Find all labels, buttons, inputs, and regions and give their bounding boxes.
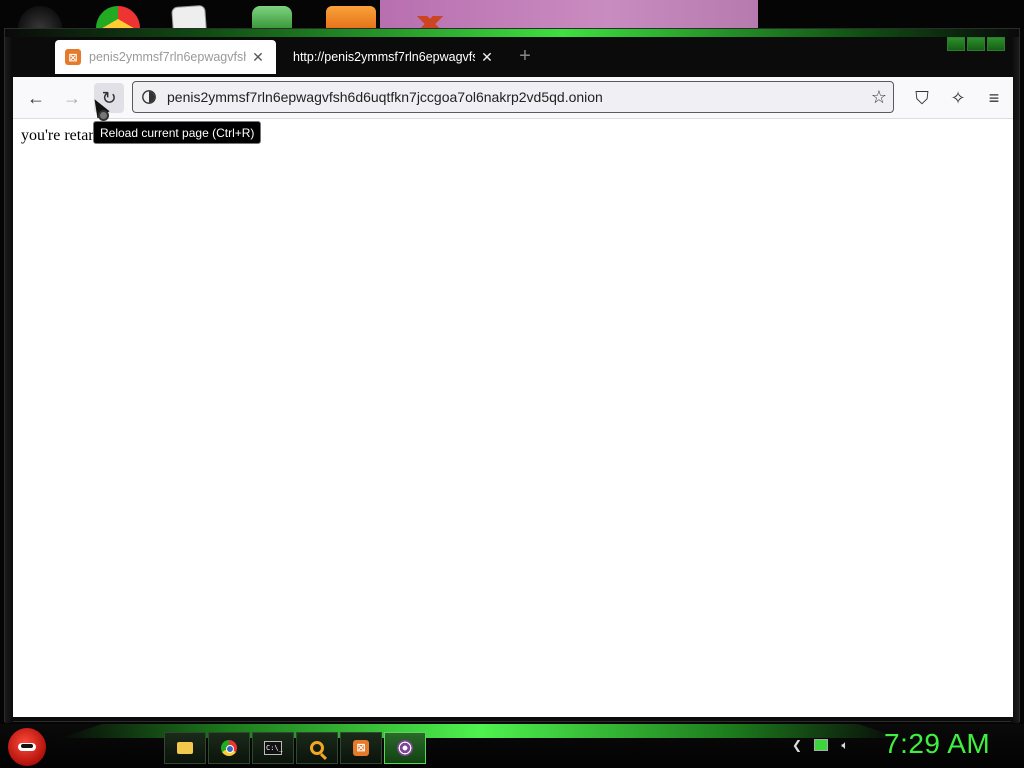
taskbar-clock[interactable]: 7:29 AM bbox=[884, 728, 990, 760]
busy-cursor-icon bbox=[98, 110, 109, 121]
taskbar-search[interactable] bbox=[296, 732, 338, 764]
terminal-icon: C:\_ bbox=[264, 741, 283, 755]
tab-onion-site[interactable]: ⊠ penis2ymmsf7rln6epwagvfsh6d6uqtfkn7jcc… bbox=[55, 40, 276, 74]
tab-strip: ⊠ penis2ymmsf7rln6epwagvfsh6d6uqtfkn7jcc… bbox=[13, 37, 1013, 77]
taskbar-file-explorer[interactable] bbox=[164, 732, 206, 764]
taskbar-xampp[interactable]: ⊠ bbox=[340, 732, 382, 764]
window-frame-glow bbox=[5, 29, 1019, 37]
taskbar-chrome[interactable] bbox=[208, 732, 250, 764]
taskbar: C:\_ ⊠ ❮ 🔈︎ 7:29 AM bbox=[0, 724, 1024, 768]
folder-icon bbox=[177, 742, 193, 754]
network-icon[interactable] bbox=[814, 739, 828, 751]
forward-button[interactable]: → bbox=[57, 83, 87, 113]
taskbar-items: C:\_ ⊠ bbox=[164, 732, 426, 764]
bookmark-star-icon[interactable]: ☆ bbox=[865, 83, 893, 111]
new-identity-icon[interactable]: ✧ bbox=[943, 83, 973, 113]
reload-tooltip: Reload current page (Ctrl+R) bbox=[93, 121, 262, 144]
taskbar-tor-browser[interactable] bbox=[384, 732, 426, 764]
tab-title: http://penis2ymmsf7rln6epwagvfsh6d6uqtfk… bbox=[293, 50, 475, 64]
url-bar[interactable]: penis2ymmsf7rln6epwagvfsh6d6uqtfkn7jccgo… bbox=[132, 81, 894, 113]
tor-icon bbox=[397, 740, 413, 756]
taskbar-command-prompt[interactable]: C:\_ bbox=[252, 732, 294, 764]
window-frame-left bbox=[5, 37, 13, 723]
chrome-icon bbox=[221, 740, 237, 756]
xampp-icon: ⊠ bbox=[353, 740, 369, 756]
tab-title: penis2ymmsf7rln6epwagvfsh6d6uqtfkn7jccgo… bbox=[89, 50, 246, 64]
start-button[interactable] bbox=[8, 728, 46, 766]
xampp-icon: ⊠ bbox=[65, 49, 81, 65]
plus-icon[interactable]: + bbox=[515, 46, 535, 66]
onion-icon[interactable] bbox=[141, 89, 157, 105]
url-text[interactable]: penis2ymmsf7rln6epwagvfsh6d6uqtfkn7jccgo… bbox=[167, 89, 865, 105]
page-content: you're retar bbox=[13, 119, 1013, 717]
search-icon bbox=[310, 741, 324, 755]
shield-icon[interactable]: ⛉ bbox=[907, 83, 937, 113]
close-icon[interactable]: ✕ bbox=[479, 49, 495, 66]
volume-icon[interactable]: 🔈︎ bbox=[838, 738, 852, 752]
tab-onion-url[interactable]: http://penis2ymmsf7rln6epwagvfsh6d6uqtfk… bbox=[283, 40, 505, 74]
angry-bird-icon bbox=[18, 743, 36, 751]
navigation-toolbar: ← → ↻ penis2ymmsf7rln6epwagvfsh6d6uqtfkn… bbox=[13, 77, 1013, 119]
back-button[interactable]: ← bbox=[21, 83, 51, 113]
close-icon[interactable]: ✕ bbox=[250, 49, 266, 66]
bluetooth-icon[interactable]: ❮ bbox=[790, 738, 804, 752]
page-body-text: you're retar bbox=[21, 127, 94, 144]
system-tray: ❮ 🔈︎ bbox=[790, 738, 852, 752]
menu-icon[interactable]: ≡ bbox=[979, 83, 1009, 113]
